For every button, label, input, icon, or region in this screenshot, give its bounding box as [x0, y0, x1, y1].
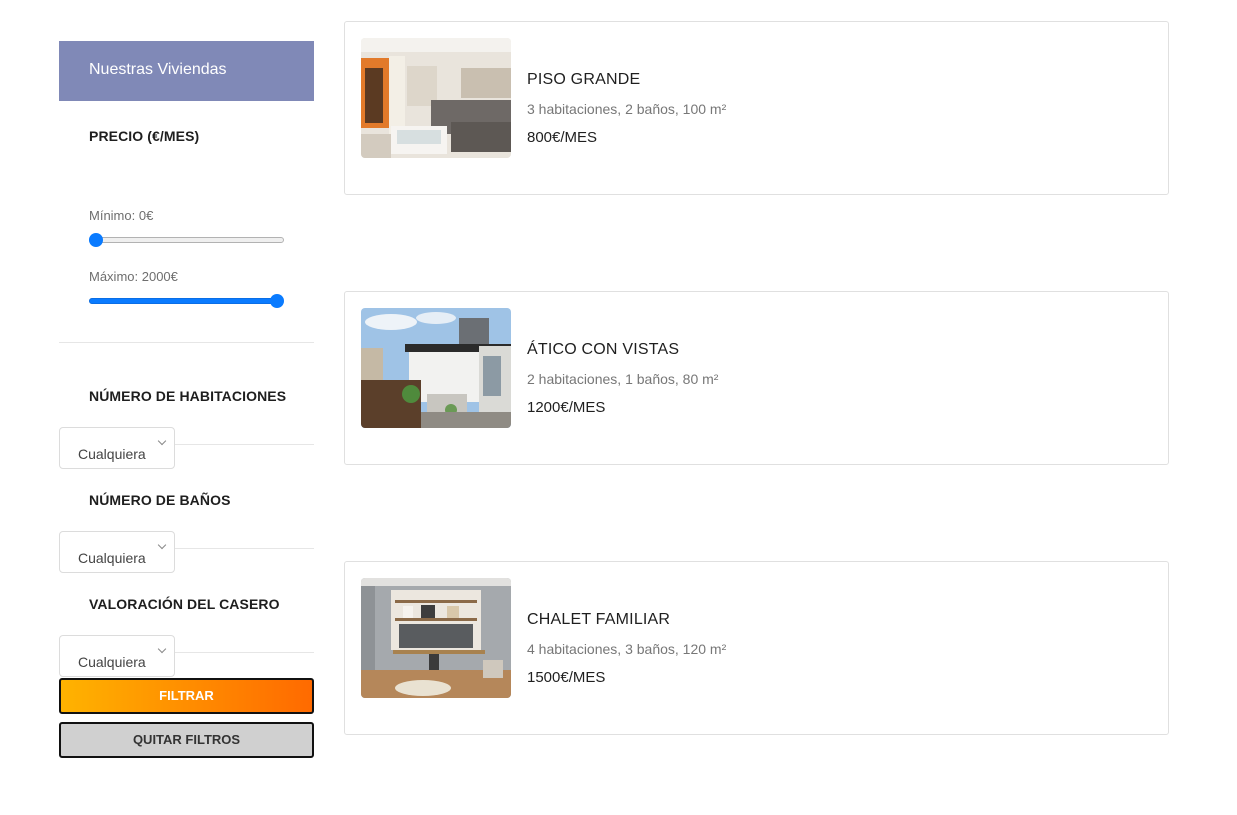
rooms-select-value: Cualquiera	[78, 446, 146, 462]
listing-photo-terrace[interactable]	[361, 308, 511, 428]
baths-select-value: Cualquiera	[78, 550, 146, 566]
rating-select[interactable]: Cualquiera	[59, 635, 175, 677]
listing-card[interactable]: ÁTICO CON VISTAS 2 habitaciones, 1 baños…	[344, 291, 1169, 465]
rooms-select[interactable]: Cualquiera	[59, 427, 175, 469]
baths-select[interactable]: Cualquiera	[59, 531, 175, 573]
listing-title: PISO GRANDE	[527, 71, 641, 88]
listing-photo-living-room[interactable]	[361, 38, 511, 158]
listing-price: 800€/MES	[527, 129, 598, 146]
listing-photo-study-room[interactable]	[361, 578, 511, 698]
listing-price: 1200€/MES	[527, 399, 606, 416]
rating-select-value: Cualquiera	[78, 654, 146, 670]
slider-thumb[interactable]	[270, 294, 284, 308]
slider-track	[89, 237, 284, 243]
listing-details: 2 habitaciones, 1 baños, 80 m²	[527, 371, 719, 387]
price-max-slider[interactable]	[89, 294, 284, 308]
sidebar-title: Nuestras Viviendas	[59, 41, 314, 101]
chevron-down-icon	[157, 436, 167, 446]
chevron-down-icon	[157, 540, 167, 550]
chevron-down-icon	[157, 644, 167, 654]
page: Nuestras Viviendas PRECIO (€/MES) Mínimo…	[0, 0, 1237, 815]
price-max-label: Máximo: 2000€	[89, 269, 178, 284]
rooms-filter-title: NÚMERO DE HABITACIONES	[89, 388, 287, 404]
listing-title: ÁTICO CON VISTAS	[527, 341, 680, 358]
listing-card[interactable]: PISO GRANDE 3 habitaciones, 2 baños, 100…	[344, 21, 1169, 195]
listing-price: 1500€/MES	[527, 669, 606, 686]
slider-thumb[interactable]	[89, 233, 103, 247]
listing-details: 3 habitaciones, 2 baños, 100 m²	[527, 101, 727, 117]
listing-details: 4 habitaciones, 3 baños, 120 m²	[527, 641, 727, 657]
filter-sidebar: Nuestras Viviendas PRECIO (€/MES) Mínimo…	[59, 41, 314, 758]
slider-fill	[89, 298, 277, 304]
price-min-label: Mínimo: 0€	[89, 208, 154, 223]
divider	[59, 342, 314, 343]
baths-filter-title: NÚMERO DE BAÑOS	[89, 492, 231, 508]
listing-title: CHALET FAMILIAR	[527, 611, 671, 628]
clear-filters-button[interactable]: QUITAR FILTROS	[59, 722, 314, 758]
price-min-slider[interactable]	[89, 233, 284, 247]
filter-button[interactable]: FILTRAR	[59, 678, 314, 714]
price-filter-title: PRECIO (€/MES)	[89, 128, 200, 144]
listing-card[interactable]: CHALET FAMILIAR 4 habitaciones, 3 baños,…	[344, 561, 1169, 735]
rating-filter-title: VALORACIÓN DEL CASERO	[89, 596, 280, 612]
